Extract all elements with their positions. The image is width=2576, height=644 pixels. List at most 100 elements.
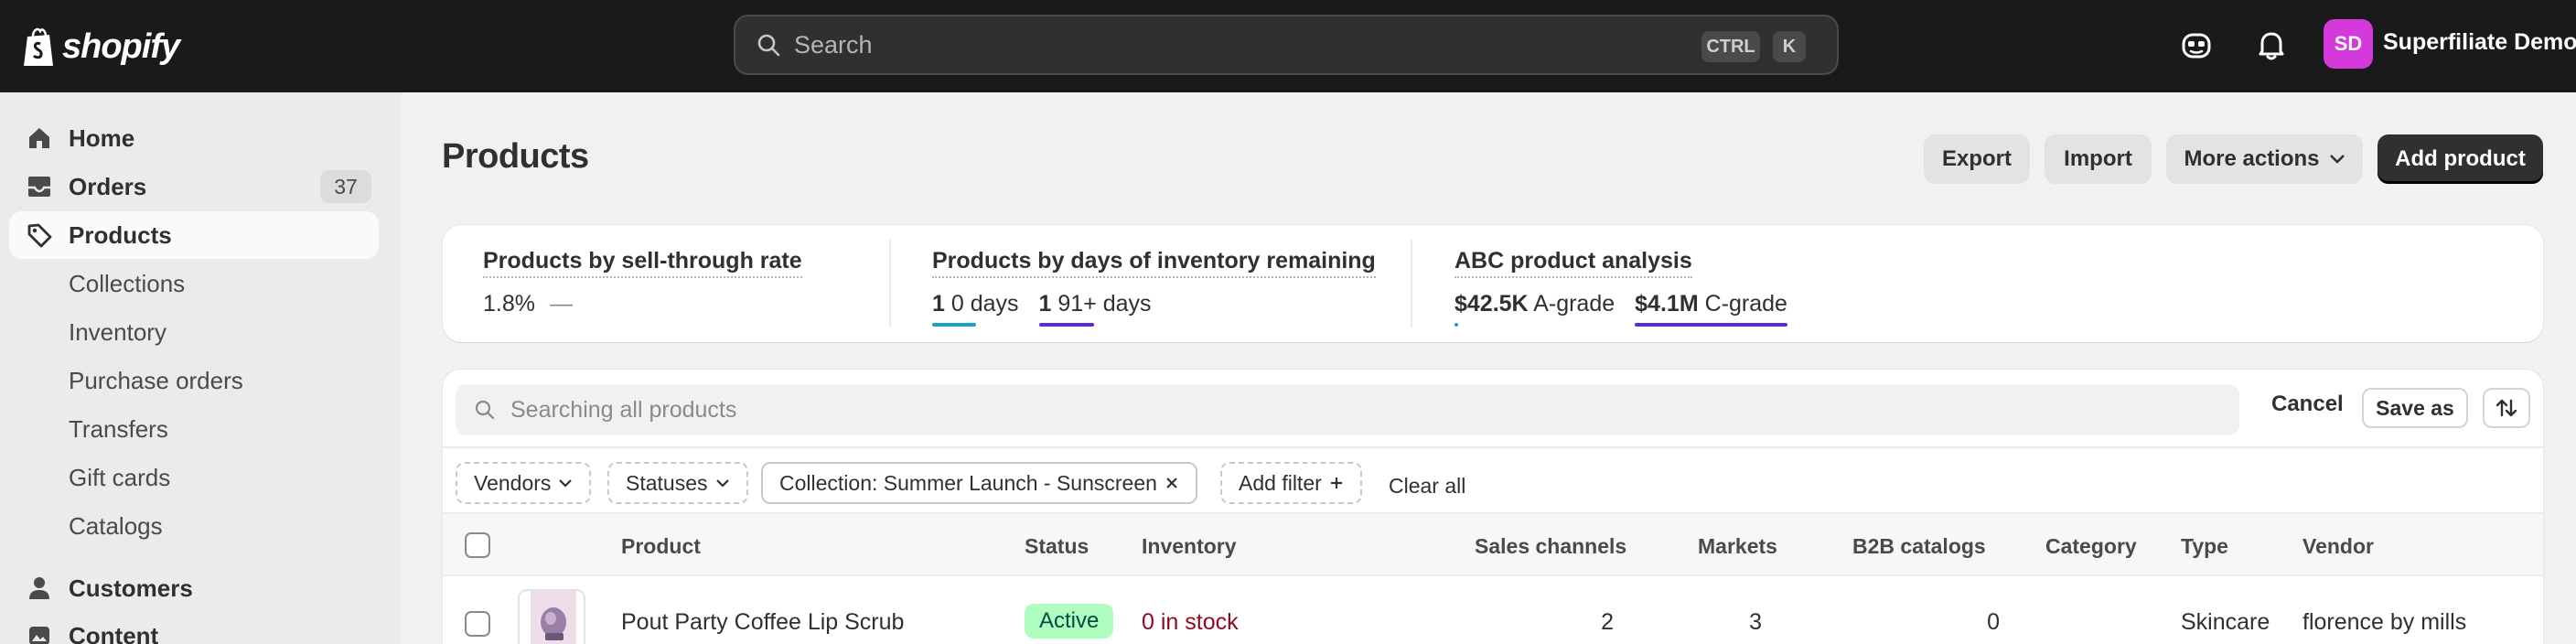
orders-icon xyxy=(28,177,50,197)
save-as-button[interactable]: Save as xyxy=(2362,388,2468,428)
table-row[interactable]: Pout Party Coffee Lip Scrub Active 0 in … xyxy=(443,576,2543,644)
column-header-markets[interactable]: Markets xyxy=(1698,534,1777,559)
filter-label: Statuses xyxy=(626,470,708,495)
avatar[interactable]: SD xyxy=(2324,19,2373,69)
product-search-input[interactable]: Searching all products xyxy=(456,384,2239,435)
sidebar-item-home[interactable]: Home xyxy=(9,114,379,162)
teal-underline xyxy=(1454,323,1458,327)
vendor-value: florence by mills xyxy=(2302,609,2467,635)
sidebar-item-collections[interactable]: Collections xyxy=(9,260,379,307)
sidebar-item-customers[interactable]: Customers xyxy=(9,564,379,612)
chevron-down-icon xyxy=(559,479,573,488)
analytics-metrics-card: Products by sell-through rate 1.8% — Pro… xyxy=(443,225,2543,342)
metric-trend: — xyxy=(549,291,573,317)
orders-count-badge: 37 xyxy=(320,170,371,203)
sidebar-item-content[interactable]: Content xyxy=(9,612,379,644)
column-header-inventory[interactable]: Inventory xyxy=(1142,534,1237,559)
store-name[interactable]: Superfiliate Demo xyxy=(2383,29,2576,56)
sidebar-item-gift-cards[interactable]: Gift cards xyxy=(9,454,379,501)
clear-all-button[interactable]: Clear all xyxy=(1389,474,1465,499)
metric-label: 0 days xyxy=(950,291,1019,317)
shopify-bag-icon xyxy=(24,27,53,66)
sidebar-item-label: Inventory xyxy=(69,317,166,346)
sidebar-item-label: Home xyxy=(69,123,135,152)
cancel-button[interactable]: Cancel xyxy=(2271,392,2344,417)
column-header-status[interactable]: Status xyxy=(1025,534,1089,559)
product-thumbnail xyxy=(518,589,585,644)
days-inventory-metric[interactable]: Products by days of inventory remaining … xyxy=(932,225,1426,342)
search-placeholder: Searching all products xyxy=(510,396,737,423)
b2b-catalogs-value: 0 xyxy=(1987,609,2000,635)
sidebar-item-label: Transfers xyxy=(69,414,168,443)
import-button[interactable]: Import xyxy=(2045,134,2152,184)
shopify-logo[interactable]: shopify xyxy=(20,24,180,70)
sidebar-item-products[interactable]: Products xyxy=(9,211,379,259)
filter-label: Add filter xyxy=(1239,470,1322,495)
column-header-category[interactable]: Category xyxy=(2045,534,2137,559)
metric-value-0-days: 1 0 days xyxy=(932,291,1019,327)
add-product-button[interactable]: Add product xyxy=(2377,134,2543,184)
column-header-b2b-catalogs[interactable]: B2B catalogs xyxy=(1852,534,1986,559)
sidebar-item-purchase-orders[interactable]: Purchase orders xyxy=(9,357,379,404)
sidebar-item-transfers[interactable]: Transfers xyxy=(9,405,379,453)
vendors-filter[interactable]: Vendors xyxy=(456,462,592,504)
filters-bar: Vendors Statuses Collection: Summer Laun… xyxy=(443,446,2543,512)
sort-arrows-icon xyxy=(2496,399,2517,417)
purple-underline xyxy=(1635,323,1787,327)
metric-divider xyxy=(889,240,891,327)
inventory-value: 0 in stock xyxy=(1142,609,1239,635)
sales-channels-value: 2 xyxy=(1601,609,1614,635)
select-all-checkbox[interactable] xyxy=(465,532,490,558)
person-icon xyxy=(29,577,49,599)
metric-title: Products by sell-through rate xyxy=(483,248,802,278)
sidebar-item-label: Gift cards xyxy=(69,463,171,491)
metric-value-c-grade: $4.1M C-grade xyxy=(1635,291,1787,327)
content-icon xyxy=(29,627,49,644)
sidebar-item-inventory[interactable]: Inventory xyxy=(9,308,379,356)
sidebar-item-label: Orders xyxy=(69,172,147,200)
column-header-type[interactable]: Type xyxy=(2181,534,2228,559)
add-filter-button[interactable]: Add filter xyxy=(1220,462,1362,504)
sidebar-item-orders[interactable]: Orders 37 xyxy=(9,163,379,210)
metric-label: C-grade xyxy=(1704,291,1787,317)
metric-count: 1 xyxy=(1038,291,1052,317)
type-value: Skincare xyxy=(2181,609,2270,635)
collection-filter[interactable]: Collection: Summer Launch - Sunscreen xyxy=(761,462,1197,504)
sidebar-item-label: Collections xyxy=(69,269,186,297)
sort-button[interactable] xyxy=(2483,388,2530,428)
search-icon xyxy=(475,400,495,420)
more-actions-button[interactable]: More actions xyxy=(2166,134,2363,184)
abc-analysis-metric[interactable]: ABC product analysis $42.5K A-grade $4.1… xyxy=(1454,225,1912,342)
status-badge: Active xyxy=(1025,604,1114,639)
metric-count: 1 xyxy=(932,291,945,317)
bell-icon[interactable] xyxy=(2252,26,2291,64)
markets-value: 3 xyxy=(1749,609,1762,635)
filter-label: Vendors xyxy=(474,470,552,495)
column-header-product[interactable]: Product xyxy=(621,534,701,559)
close-icon[interactable] xyxy=(1165,476,1179,490)
column-header-sales-channels[interactable]: Sales channels xyxy=(1475,534,1626,559)
product-name-link[interactable]: Pout Party Coffee Lip Scrub xyxy=(621,609,904,636)
column-header-vendor[interactable]: Vendor xyxy=(2302,534,2374,559)
row-checkbox[interactable] xyxy=(465,611,490,637)
export-button[interactable]: Export xyxy=(1924,134,2030,184)
sidebar-item-catalogs[interactable]: Catalogs xyxy=(9,502,379,550)
metric-amount: $4.1M xyxy=(1635,291,1699,317)
global-search-input[interactable]: Search CTRL K xyxy=(734,15,1839,75)
table-header: Product Status Inventory Sales channels … xyxy=(443,512,2543,576)
tag-icon xyxy=(27,223,52,248)
metric-amount: $42.5K xyxy=(1454,291,1529,317)
product-image xyxy=(531,591,576,644)
metric-label: 91+ days xyxy=(1057,291,1152,317)
statuses-filter[interactable]: Statuses xyxy=(607,462,748,504)
sidebar: Home Orders 37 Products Collections Inve… xyxy=(0,92,401,644)
shopify-wordmark: shopify xyxy=(62,27,180,66)
shortcut-k-key: K xyxy=(1773,31,1806,62)
sell-through-metric[interactable]: Products by sell-through rate 1.8% — xyxy=(483,225,876,342)
plus-icon xyxy=(1330,478,1342,488)
metric-title: ABC product analysis xyxy=(1454,248,1692,278)
metric-divider xyxy=(1411,240,1412,327)
chevron-down-icon xyxy=(715,479,729,488)
more-actions-label: More actions xyxy=(2184,146,2320,171)
sidekick-icon[interactable] xyxy=(2177,26,2216,64)
